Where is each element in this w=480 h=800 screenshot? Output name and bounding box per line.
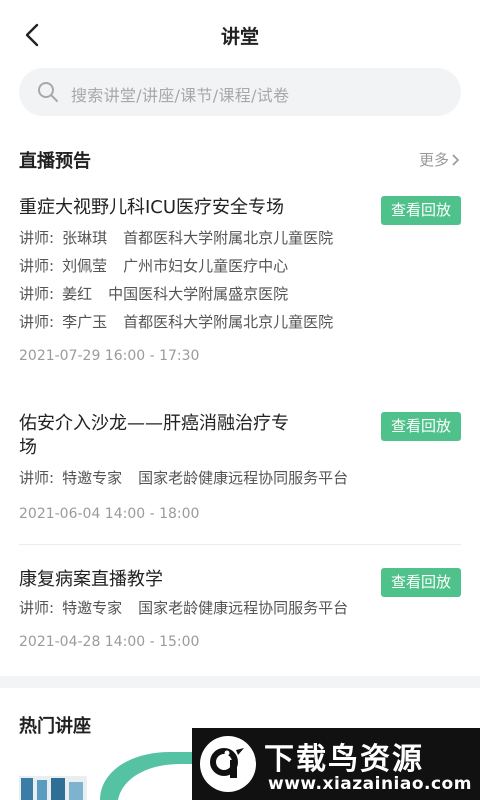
- more-label: 更多: [418, 151, 449, 169]
- view-replay-button[interactable]: 查看回放: [381, 196, 461, 225]
- lecturer-row: 讲师: 特邀专家 国家老龄健康远程协同服务平台: [19, 599, 349, 617]
- lecturer-row: 讲师: 张琳琪 首都医科大学附属北京儿童医院: [19, 229, 334, 247]
- view-replay-button[interactable]: 查看回放: [381, 568, 461, 597]
- section-title: 直播预告: [19, 151, 91, 172]
- search-icon: [38, 82, 58, 102]
- search-placeholder: 搜索讲堂/讲座/课节/课程/试卷: [71, 86, 290, 105]
- section-gap: [0, 676, 480, 688]
- live-item-time: 2021-04-28 14:00 - 15:00: [19, 634, 200, 650]
- bird-logo-icon: [200, 736, 256, 792]
- live-item-title: 康复病案直播教学: [19, 569, 163, 590]
- live-item-time: 2021-07-29 16:00 - 17:30: [19, 348, 200, 364]
- live-item[interactable]: 佑安介入沙龙——肝癌消融治疗专场 查看回放 讲师: 特邀专家 国家老龄健康远程协同服…: [19, 412, 461, 522]
- watermark-title: 下载鸟资源: [264, 742, 424, 777]
- live-item[interactable]: 康复病案直播教学 查看回放 讲师: 特邀专家 国家老龄健康远程协同服务平台 2021…: [19, 568, 461, 650]
- lecturer-row: 讲师: 特邀专家 国家老龄健康远程协同服务平台: [19, 469, 349, 487]
- top-bar: 讲堂: [0, 0, 480, 68]
- live-preview-header: 直播预告 更多: [19, 147, 461, 175]
- bird-logo-icon: [210, 748, 244, 778]
- watermark-banner: 下载鸟资源 www.xiazainiao.com: [192, 728, 480, 800]
- search-input[interactable]: 搜索讲堂/讲座/课节/课程/试卷: [19, 68, 461, 116]
- live-item[interactable]: 重症大视野儿科ICU医疗安全专场 查看回放 讲师: 张琳琪 首都医科大学附属北京儿童…: [19, 196, 461, 364]
- lecturer-row: 讲师: 刘佩莹 广州市妇女儿童医疗中心: [19, 257, 289, 275]
- watermark-url: www.xiazainiao.com: [268, 774, 472, 794]
- lecturer-row: 讲师: 李广玉 首都医科大学附属北京儿童医院: [19, 313, 334, 331]
- lecturer-row: 讲师: 姜红 中国医科大学附属盛京医院: [19, 285, 289, 303]
- lecture-thumbnail[interactable]: [100, 752, 200, 800]
- section-title: 热门讲座: [19, 716, 91, 737]
- live-item-time: 2021-06-04 14:00 - 18:00: [19, 506, 200, 522]
- more-link[interactable]: 更多: [419, 149, 461, 170]
- page-title: 讲堂: [220, 26, 259, 48]
- live-item-title: 重症大视野儿科ICU医疗安全专场: [19, 197, 285, 218]
- chevron-right-icon: [452, 154, 460, 166]
- divider: [19, 544, 461, 545]
- view-replay-button[interactable]: 查看回放: [381, 412, 461, 441]
- live-item-title: 佑安介入沙龙——肝癌消融治疗专场: [19, 413, 289, 458]
- lecture-thumbnail[interactable]: [19, 776, 87, 800]
